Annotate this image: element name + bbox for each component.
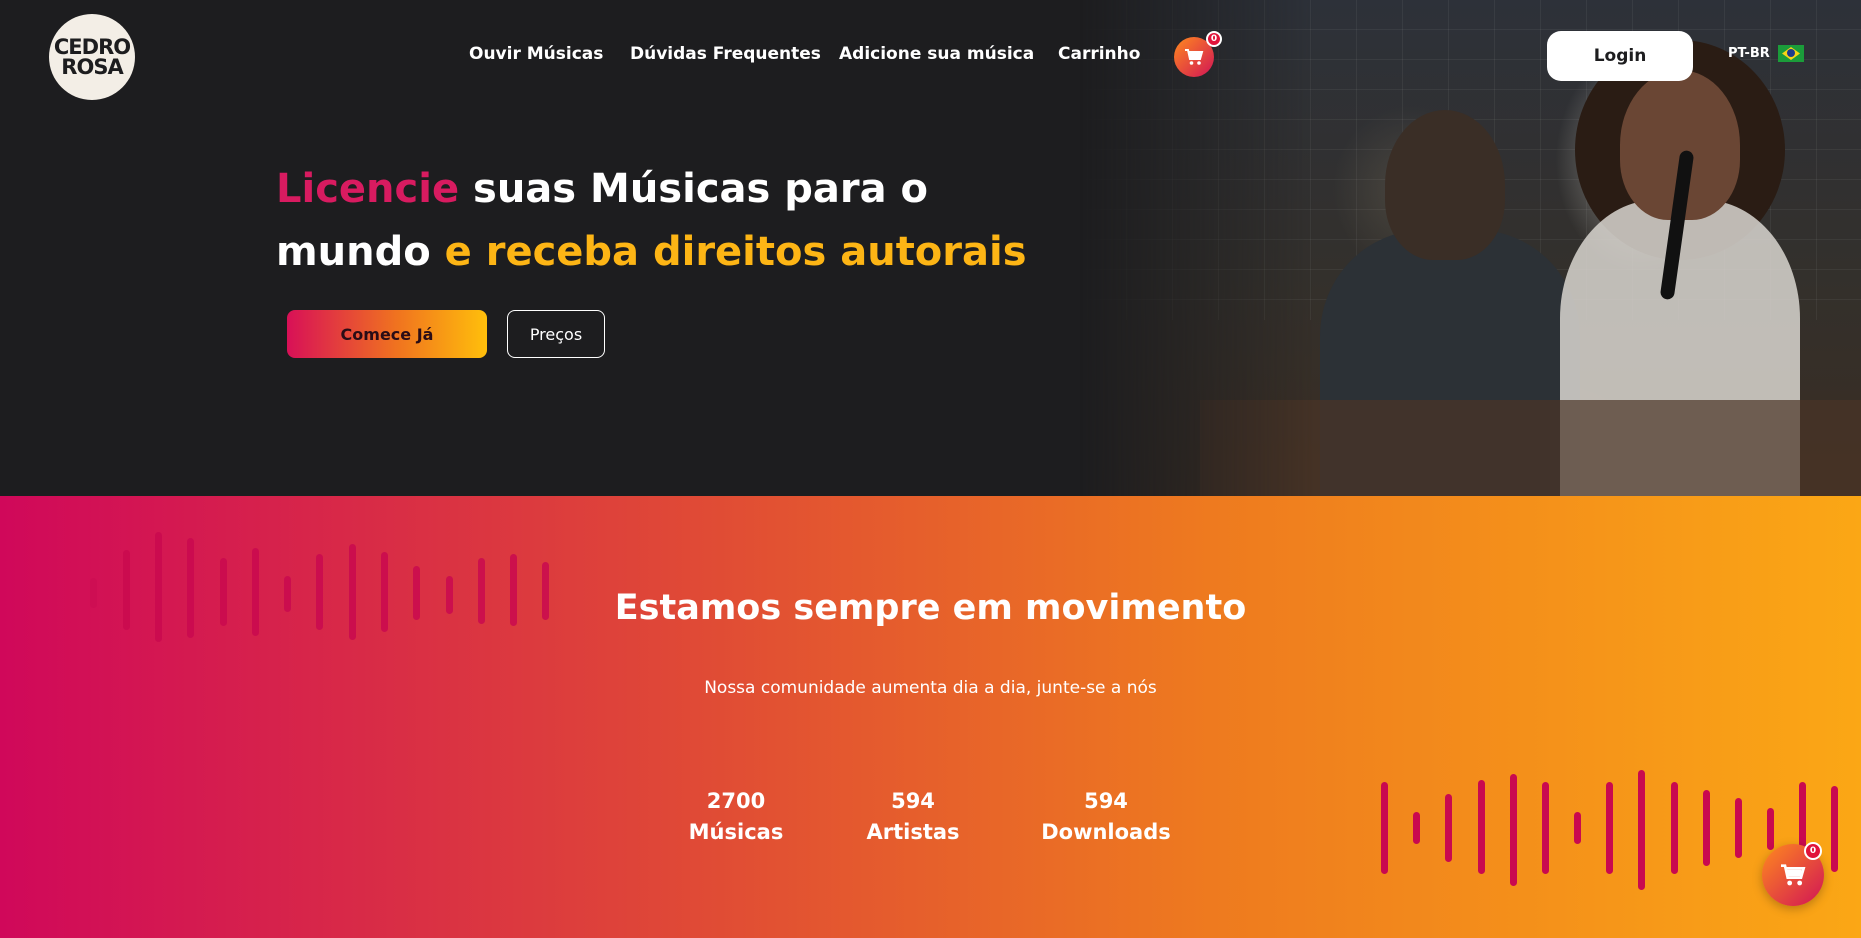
floating-cart-button[interactable]: 0 [1762,842,1824,906]
stats-subtitle: Nossa comunidade aumenta dia a dia, junt… [704,678,1157,698]
stat-label: Músicas [688,820,784,844]
stat-value: 594 [891,789,935,813]
hero-section: CEDRO ROSA Ouvir Músicas Dúvidas Frequen… [0,0,1861,496]
login-button[interactable]: Login [1547,31,1693,81]
stat-downloads: 594 Downloads [1040,786,1172,848]
stat-label: Downloads [1041,820,1171,844]
brand-logo[interactable]: CEDRO ROSA [49,14,135,100]
brazil-flag-icon[interactable] [1778,45,1804,62]
stat-musicas: 2700 Músicas [676,786,796,848]
stat-artistas: 594 Artistas [863,786,963,848]
stat-value: 2700 [706,789,766,813]
floating-cart-count-badge: 0 [1804,842,1822,860]
headline-highlight: Licencie [276,166,460,212]
stats-section: Estamos sempre em movimento Nossa comuni… [0,496,1861,938]
cart-count-badge: 0 [1206,31,1222,47]
stat-label: Artistas [866,820,960,844]
headline-accent: e receba direitos autorais [444,229,1027,275]
stat-value: 594 [1084,789,1128,813]
nav-item-ouvir-musicas[interactable]: Ouvir Músicas [469,44,603,64]
cart-icon [1185,49,1204,65]
cart-icon [1781,864,1806,886]
stats-title: Estamos sempre em movimento [614,588,1247,628]
start-now-button[interactable]: Comece Já [287,310,487,358]
cart-button[interactable]: 0 [1174,31,1222,77]
nav-item-duvidas-frequentes[interactable]: Dúvidas Frequentes [630,44,821,64]
nav-item-carrinho[interactable]: Carrinho [1058,44,1140,64]
pricing-button[interactable]: Preços [507,310,605,358]
language-label[interactable]: PT-BR [1728,46,1770,61]
hero-headline: Licencie suas Músicas para o mundo e rec… [276,158,1036,284]
nav-item-adicione-musica[interactable]: Adicione sua música [839,44,1034,64]
